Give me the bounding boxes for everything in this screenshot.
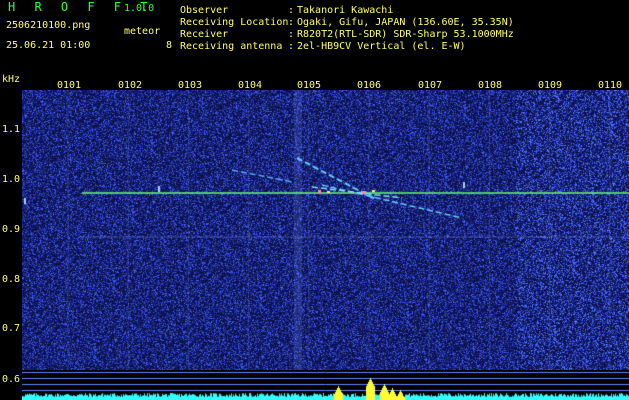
info-separator: : bbox=[288, 17, 295, 28]
y-tick-label: 0.9 bbox=[2, 224, 21, 235]
info-separator: : bbox=[288, 29, 295, 40]
observation-datetime: 25.06.21 01:00 bbox=[6, 40, 91, 51]
info-label-antenna: Receiving antenna bbox=[180, 41, 283, 52]
info-separator: : bbox=[288, 5, 295, 16]
info-label-location: Receiving Location bbox=[180, 17, 289, 28]
axis-unit-label: kHz bbox=[2, 74, 21, 85]
info-value-antenna: 2el-HB9CV Vertical (el. E-W) bbox=[297, 41, 466, 52]
info-label-observer: Observer bbox=[180, 5, 229, 16]
spectrogram-canvas bbox=[22, 90, 629, 370]
info-separator: : bbox=[288, 41, 295, 52]
meteor-count: 8 bbox=[166, 40, 173, 51]
file-name: 2506210100.png bbox=[6, 20, 91, 31]
info-label-receiver: Receiver bbox=[180, 29, 229, 40]
y-tick-label: 1.1 bbox=[2, 124, 21, 135]
app-version: 1.0.0 bbox=[124, 3, 155, 14]
y-tick-label: 1.0 bbox=[2, 174, 21, 185]
y-tick-label: 0.6 bbox=[2, 374, 21, 385]
info-value-location: Ogaki, Gifu, JAPAN (136.60E, 35.35N) bbox=[297, 17, 514, 28]
y-tick-label: 0.7 bbox=[2, 323, 21, 334]
y-tick-label: 0.8 bbox=[2, 274, 21, 285]
power-panel-canvas bbox=[22, 370, 629, 400]
meteor-label: meteor bbox=[124, 26, 161, 37]
header-panel: H R O F F T 1.0.0 2506210100.png meteor … bbox=[0, 0, 629, 72]
info-value-observer: Takanori Kawachi bbox=[297, 5, 394, 16]
info-value-receiver: R820T2(RTL-SDR) SDR-Sharp 53.1000MHz bbox=[297, 29, 514, 40]
